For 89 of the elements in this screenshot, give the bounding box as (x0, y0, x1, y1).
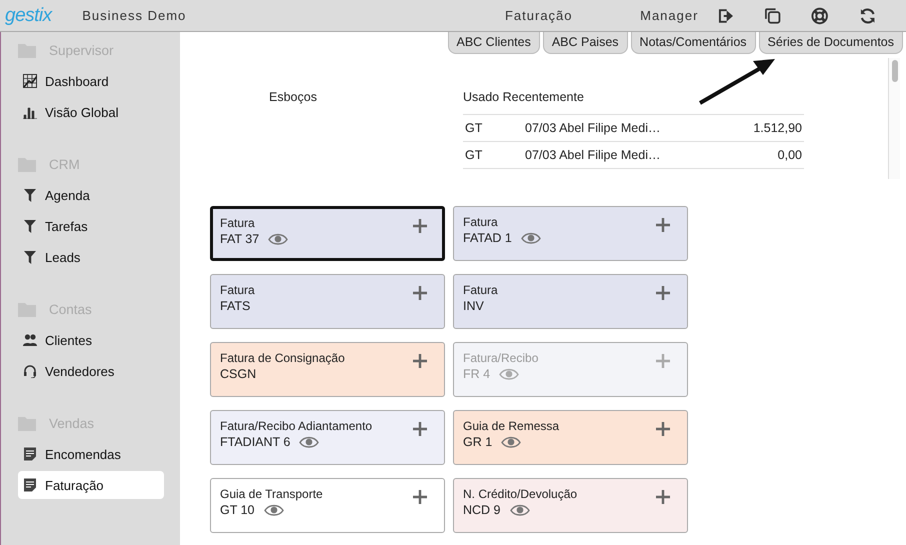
user-name: Manager (640, 8, 698, 23)
tab[interactable]: Séries de Documentos (758, 32, 903, 54)
headset-icon (23, 364, 37, 378)
logout-icon[interactable] (718, 8, 734, 22)
series-card[interactable]: Fatura/Recibo Adiantamento FTADIANT 6 (210, 410, 445, 465)
sidebar-item[interactable]: Visão Global (18, 98, 164, 126)
add-icon[interactable] (413, 490, 427, 504)
table-cell-text: 07/03 Abel Filipe Medi… (525, 148, 662, 162)
series-name: Fatura/Recibo (463, 351, 538, 365)
series-name: Guia de Transporte (220, 487, 323, 501)
series-code: FAT 37 (220, 232, 260, 246)
folder-icon (18, 156, 38, 172)
funnel-icon (23, 250, 37, 264)
series-code: CSGN (220, 367, 256, 381)
series-code: NCD 9 (463, 503, 501, 517)
series-code: FTADIANT 6 (220, 435, 290, 449)
sidebar-item[interactable]: Vendedores (18, 357, 164, 385)
folder-icon (18, 416, 38, 430)
document-icon (23, 447, 37, 461)
eye-icon[interactable] (268, 233, 288, 245)
series-card[interactable]: Guia de Transporte GT 10 (210, 478, 445, 533)
series-name: Guia de Remessa (463, 419, 560, 433)
series-name: Fatura (220, 283, 255, 297)
document-icon (23, 478, 37, 492)
add-icon[interactable] (413, 286, 427, 300)
series-card[interactable]: Fatura INV (453, 274, 688, 329)
series-card[interactable]: Fatura de Consignação CSGN (210, 342, 445, 397)
series-name: Fatura (463, 215, 499, 229)
sidebar-item[interactable]: Leads (18, 243, 164, 271)
table-cell-text: 0,00 (778, 148, 803, 162)
people-icon (23, 333, 37, 347)
section-title: Usado Recentemente (463, 90, 804, 115)
add-icon[interactable] (413, 354, 427, 368)
line-chart-icon (23, 74, 37, 88)
series-code: GR 1 (463, 435, 492, 449)
add-icon[interactable] (656, 490, 670, 504)
eye-icon[interactable] (264, 504, 284, 516)
series-code: FATS (220, 299, 250, 313)
sidebar-item[interactable]: Tarefas (18, 212, 164, 240)
series-code: INV (463, 299, 484, 313)
series-code: FATAD 1 (463, 231, 512, 245)
sidebar-item[interactable]: Agenda (18, 181, 164, 209)
eye-icon[interactable] (299, 436, 320, 448)
funnel-icon (23, 219, 37, 233)
recent-row[interactable]: GT 07/03 Abel Filipe Medi… 0,00 (463, 142, 804, 169)
series-name: N. Crédito/Devolução (463, 487, 578, 501)
table-cell-text: GT (464, 148, 484, 162)
sidebar-item[interactable]: Dashboard (18, 67, 164, 95)
series-card[interactable]: Fatura FAT 37 (210, 206, 445, 261)
company-name: Business Demo (82, 8, 188, 23)
add-icon[interactable] (656, 218, 670, 232)
series-card[interactable]: Guia de Remessa GR 1 (453, 410, 688, 465)
tab[interactable]: ABC Clientes (448, 32, 540, 54)
page-title: Faturação (504, 8, 574, 23)
recent-row[interactable]: GT 07/03 Abel Filipe Medi… 1.512,90 (463, 115, 804, 142)
refresh-icon[interactable] (858, 6, 876, 24)
series-card[interactable]: N. Crédito/Devolução NCD 9 (453, 478, 688, 533)
series-card[interactable]: Fatura FATS (210, 274, 445, 329)
series-card[interactable]: Fatura FATAD 1 (453, 206, 688, 261)
add-icon[interactable] (656, 286, 670, 300)
add-icon[interactable] (413, 422, 427, 436)
scrollbar[interactable] (888, 58, 900, 179)
tab[interactable]: Notas/Comentários (630, 32, 756, 54)
folder-icon (18, 302, 38, 316)
series-code: FR 4 (463, 367, 490, 381)
copy-icon[interactable] (764, 6, 782, 24)
series-code: GT 10 (220, 503, 255, 517)
lifebuoy-icon[interactable] (811, 6, 829, 24)
eye-icon[interactable] (520, 232, 541, 244)
table-cell-text: 07/03 Abel Filipe Medi… (525, 121, 662, 135)
series-name: Fatura de Consignação (220, 351, 345, 365)
sidebar-item[interactable]: Clientes (18, 326, 164, 354)
eye-icon[interactable] (501, 436, 522, 448)
series-name: Fatura/Recibo Adiantamento (220, 419, 372, 433)
add-icon[interactable] (413, 219, 427, 233)
eye-icon[interactable] (510, 504, 530, 516)
folder-icon (18, 42, 38, 58)
sidebar-item[interactable]: Encomendas (18, 440, 164, 468)
tab[interactable]: ABC Paises (542, 32, 628, 54)
table-cell-text: GT (464, 121, 484, 135)
table-cell-text: 1.512,90 (753, 121, 803, 135)
section-title: Esboços (269, 90, 317, 104)
funnel-icon (23, 188, 37, 202)
series-name: Fatura (463, 283, 498, 297)
scroll-thumb[interactable] (892, 60, 898, 82)
sidebar-item[interactable]: Faturação (18, 471, 164, 499)
add-icon[interactable] (656, 422, 670, 436)
series-name: Fatura (220, 216, 256, 230)
bar-chart-icon (23, 105, 37, 119)
